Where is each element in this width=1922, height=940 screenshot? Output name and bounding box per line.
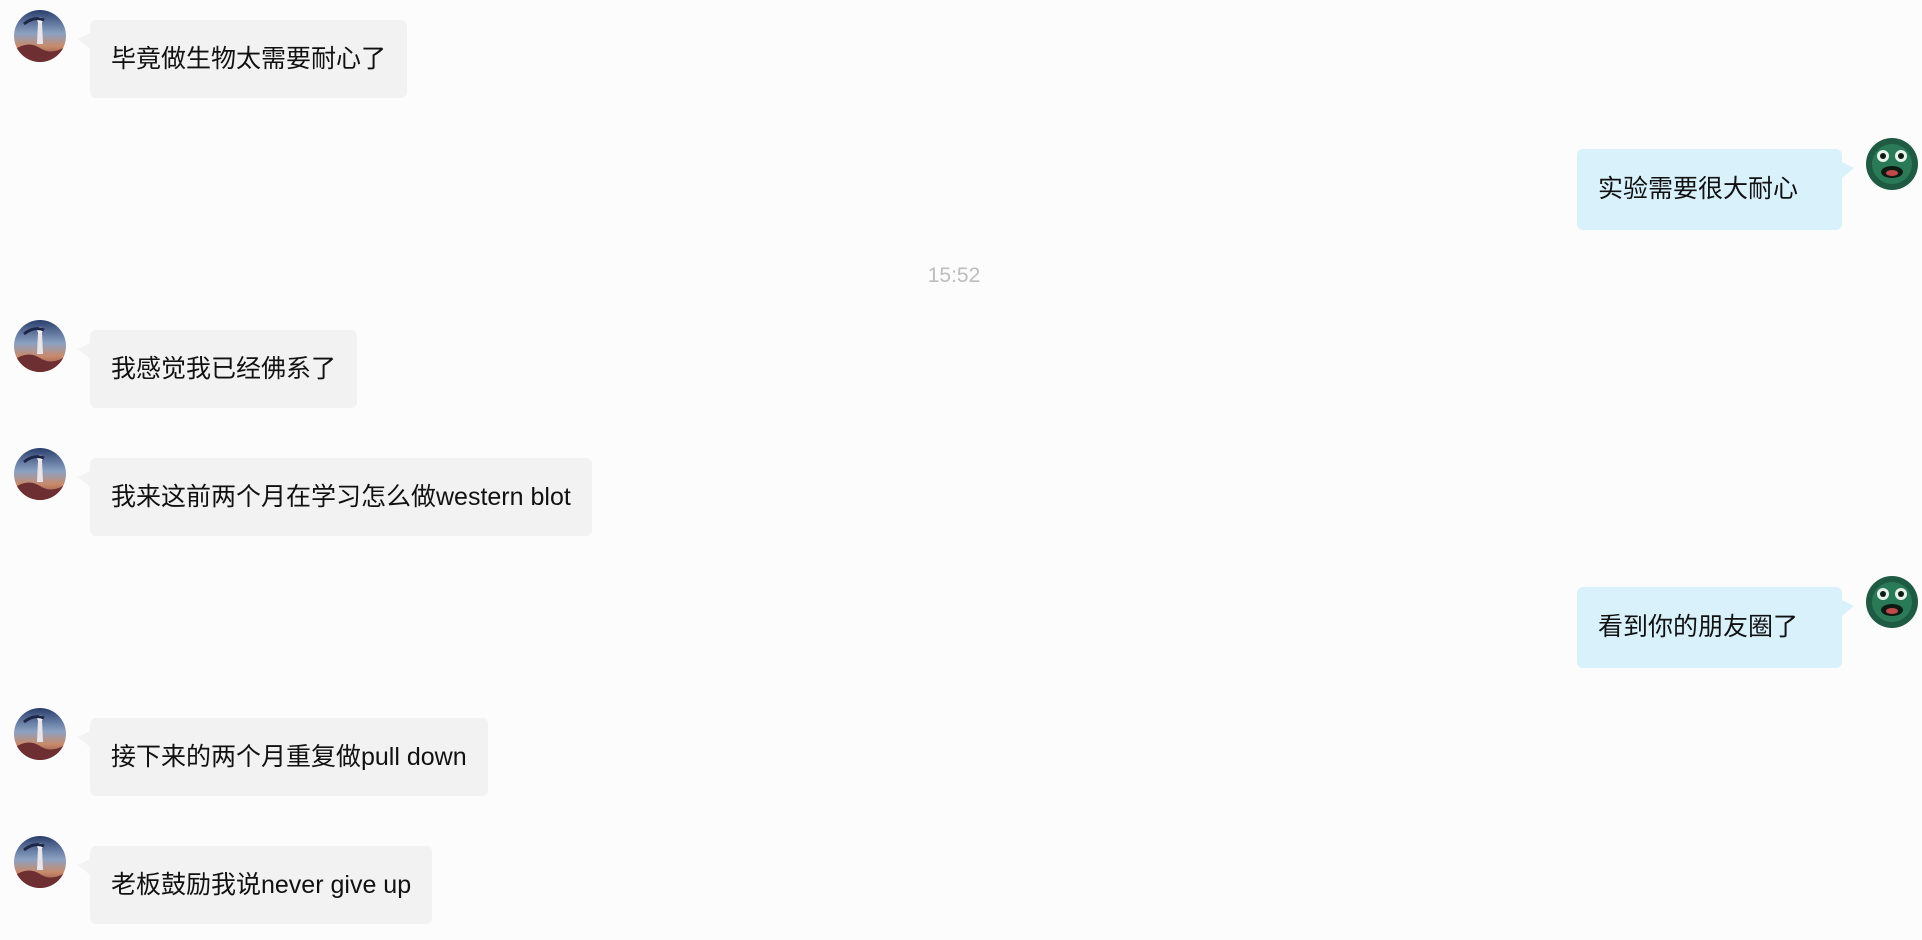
message-text: 接下来的两个月重复做pull down — [111, 743, 467, 771]
message-text: 我感觉我已经佛系了 — [111, 355, 337, 383]
message-text: 老板鼓励我说never give up — [111, 871, 412, 899]
message-bubble[interactable]: 实验需要很大耐心 — [1577, 149, 1854, 230]
contact-avatar[interactable] — [14, 10, 66, 62]
bubble-tail — [78, 343, 90, 359]
bubble-tail — [1842, 600, 1854, 616]
message-bubble[interactable]: 接下来的两个月重复做pull down — [78, 718, 488, 796]
message-bubble[interactable]: 老板鼓励我说never give up — [78, 846, 433, 924]
message-bubble[interactable]: 毕竟做生物太需要耐心了 — [78, 20, 408, 98]
chat-history[interactable]: 毕竟做生物太需要耐心了 实验需要很大耐心 15:52 我感觉我已经佛系了 我来这… — [0, 0, 1922, 940]
message-bubble[interactable]: 我感觉我已经佛系了 — [78, 330, 358, 408]
contact-avatar[interactable] — [14, 320, 66, 372]
message-text: 实验需要很大耐心 — [1598, 175, 1799, 203]
self-avatar[interactable] — [1866, 576, 1918, 628]
bubble-tail — [78, 859, 90, 875]
bubble-tail — [1842, 162, 1854, 178]
message-bubble[interactable]: 看到你的朋友圈了 — [1577, 587, 1854, 668]
contact-avatar[interactable] — [14, 708, 66, 760]
self-avatar[interactable] — [1866, 138, 1918, 190]
timestamp: 15:52 — [927, 264, 981, 287]
contact-avatar[interactable] — [14, 448, 66, 500]
message-bubble[interactable]: 我来这前两个月在学习怎么做western blot — [78, 458, 592, 536]
message-text: 我来这前两个月在学习怎么做western blot — [111, 483, 571, 511]
message-text: 看到你的朋友圈了 — [1598, 613, 1799, 641]
message-text: 毕竟做生物太需要耐心了 — [111, 45, 387, 73]
contact-avatar[interactable] — [14, 836, 66, 888]
bubble-tail — [78, 471, 90, 487]
bubble-tail — [78, 33, 90, 49]
bubble-tail — [78, 731, 90, 747]
